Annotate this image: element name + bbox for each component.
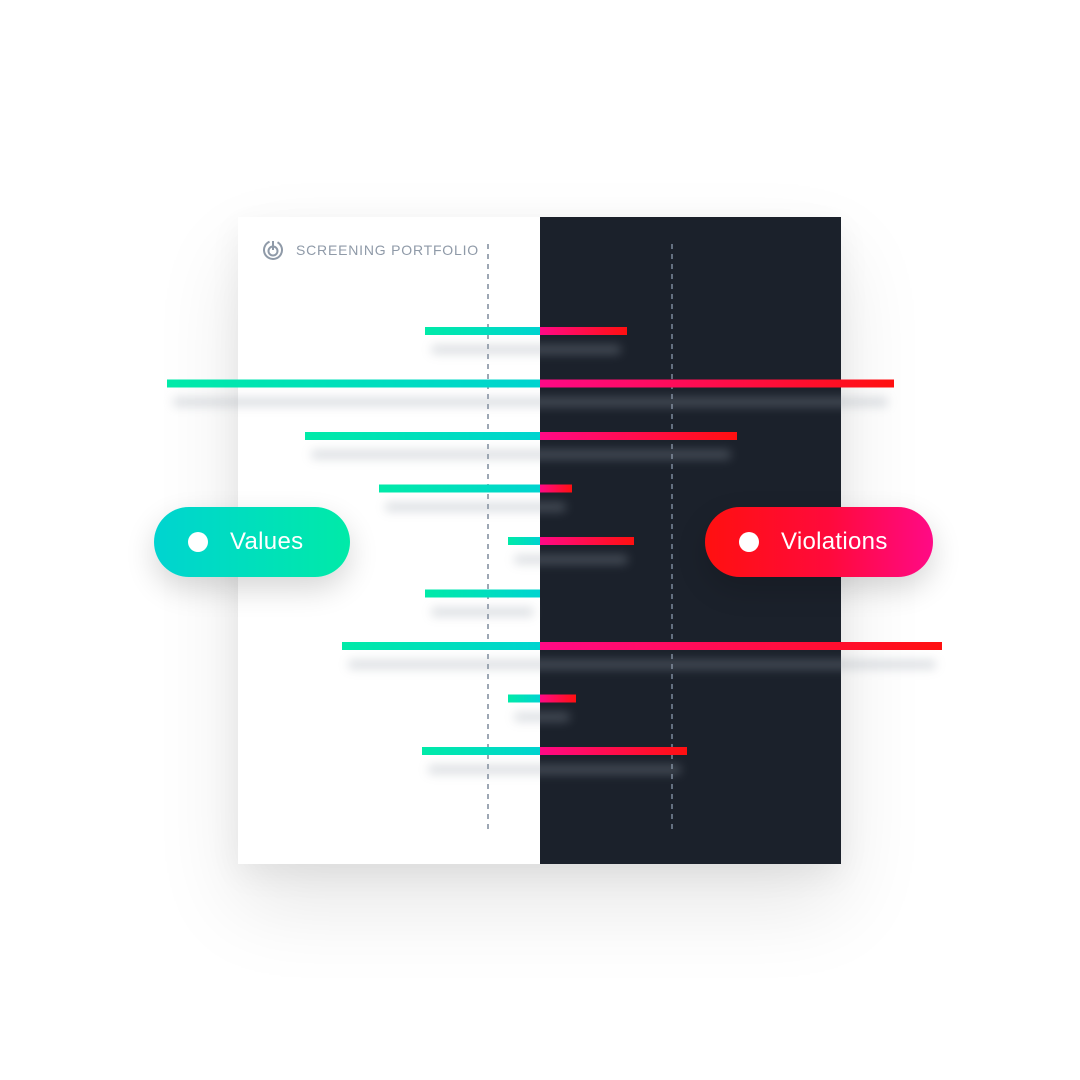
violations-legend-label: Violations: [781, 528, 888, 555]
values-bar[interactable]: [167, 379, 540, 388]
stage: SCREENING PORTFOLIO Values Violations: [0, 0, 1080, 1080]
violations-legend-pill[interactable]: Violations: [705, 507, 933, 577]
values-bar[interactable]: [379, 484, 540, 493]
values-bar[interactable]: [508, 694, 540, 703]
bar-shadow: [348, 660, 936, 669]
bar-shadow: [385, 502, 566, 512]
values-legend-pill[interactable]: Values: [154, 507, 350, 577]
bar-shadow: [431, 345, 621, 354]
violations-bar[interactable]: [540, 747, 687, 755]
values-bar[interactable]: [342, 642, 540, 650]
violations-bar[interactable]: [540, 642, 942, 650]
violations-bar[interactable]: [540, 694, 576, 703]
violations-bar[interactable]: [540, 484, 572, 493]
bar-shadow: [428, 765, 681, 774]
values-legend-label: Values: [230, 528, 304, 555]
values-bar[interactable]: [508, 537, 540, 545]
bar-shadow: [311, 450, 731, 459]
values-bar[interactable]: [422, 747, 540, 755]
values-bar[interactable]: [425, 327, 540, 335]
bar-shadow: [514, 555, 628, 564]
bar-shadow: [431, 607, 534, 617]
violations-bar[interactable]: [540, 432, 737, 440]
bar-shadow: [514, 712, 570, 722]
values-bar[interactable]: [425, 589, 540, 598]
violations-dot-icon: [739, 532, 759, 552]
values-dot-icon: [188, 532, 208, 552]
values-bar[interactable]: [305, 432, 540, 440]
violations-bar[interactable]: [540, 537, 634, 545]
violations-bar[interactable]: [540, 379, 894, 388]
violations-bar[interactable]: [540, 327, 627, 335]
bar-shadow: [173, 397, 888, 407]
